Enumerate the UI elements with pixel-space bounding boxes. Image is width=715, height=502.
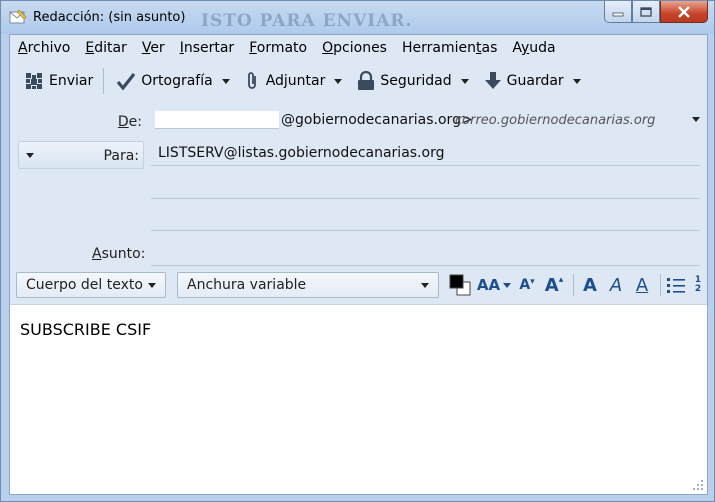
maximize-button[interactable] <box>632 1 660 23</box>
format-separator <box>573 274 574 296</box>
menu-ayuda[interactable]: Ayuda <box>512 40 555 56</box>
color-swatch-icon <box>449 274 471 296</box>
font-size-button[interactable]: AA <box>476 273 512 297</box>
minimize-button[interactable] <box>604 1 632 23</box>
save-dropdown[interactable] <box>568 67 586 95</box>
attach-button[interactable]: Adjuntar <box>241 67 330 95</box>
from-account: correo.gobiernodecanarias.org <box>455 113 656 128</box>
recipient-divider <box>151 165 700 166</box>
security-dropdown[interactable] <box>456 67 474 95</box>
message-body-text: SUBSCRIBE CSIF <box>20 320 152 339</box>
subject-divider <box>151 265 700 266</box>
redacted-username <box>155 111 279 129</box>
attach-label: Adjuntar <box>265 73 326 89</box>
bullet-list-icon <box>667 278 685 293</box>
chevron-down-icon <box>460 78 469 84</box>
maximize-icon <box>640 6 652 17</box>
menu-formato[interactable]: Formato <box>249 40 307 56</box>
security-label: Seguridad <box>380 73 452 89</box>
recipient-type-select[interactable]: Para: <box>18 141 144 169</box>
spellcheck-dropdown[interactable] <box>217 67 235 95</box>
menu-opciones[interactable]: Opciones <box>322 40 387 56</box>
send-label: Enviar <box>49 73 94 89</box>
close-icon <box>678 5 690 18</box>
compose-window: Redacción: (sin asunto) ISTO PARA ENVIAR… <box>0 0 715 502</box>
chevron-down-icon <box>221 78 230 84</box>
checkmark-icon <box>116 71 136 91</box>
decrease-font-button[interactable]: A▾ <box>515 273 539 297</box>
bold-button[interactable]: A <box>578 273 602 297</box>
title-bar[interactable]: Redacción: (sin asunto) ISTO PARA ENVIAR… <box>1 1 714 34</box>
save-button[interactable]: Guardar <box>480 67 568 95</box>
background-window-text: ISTO PARA ENVIAR. <box>201 11 413 31</box>
address-header: De: @gobiernodecanarias.org> correo.gobi… <box>10 103 707 271</box>
font-larger-icon: A▴ <box>544 274 564 296</box>
minimize-icon <box>612 12 624 16</box>
chevron-down-icon <box>421 283 429 288</box>
compose-icon <box>9 9 27 25</box>
numbered-list-button[interactable]: 12 <box>690 273 706 297</box>
chevron-down-icon <box>148 283 156 288</box>
subject-input[interactable] <box>151 239 700 263</box>
save-label: Guardar <box>506 73 564 89</box>
bold-icon: A <box>583 274 597 296</box>
chevron-down-icon <box>503 282 512 288</box>
menu-herramientas[interactable]: Herramientas <box>402 40 497 56</box>
underline-icon: A <box>635 274 649 296</box>
empty-recipient-row[interactable] <box>151 198 700 199</box>
window-title: Redacción: (sin asunto) <box>33 10 186 25</box>
chevron-down-icon <box>692 117 700 122</box>
font-select[interactable]: Anchura variable <box>177 272 439 298</box>
menu-bar: Archivo Editar Ver Insertar Formato Opci… <box>10 35 707 61</box>
format-separator <box>660 274 661 296</box>
message-body-editor[interactable]: SUBSCRIBE CSIF <box>10 304 707 494</box>
font-value: Anchura variable <box>187 277 307 293</box>
menu-archivo[interactable]: Archivo <box>18 40 70 56</box>
resize-grip-icon[interactable] <box>692 479 704 491</box>
format-toolbar: Cuerpo del texto Anchura variable AA A▾ … <box>10 269 707 301</box>
empty-recipient-row[interactable] <box>151 230 700 231</box>
lock-icon <box>357 71 375 91</box>
numbered-list-icon: 12 <box>694 275 702 294</box>
security-button[interactable]: Seguridad <box>353 67 455 95</box>
paragraph-style-select[interactable]: Cuerpo del texto <box>16 272 166 298</box>
download-arrow-icon <box>484 71 502 91</box>
chevron-down-icon <box>572 78 581 84</box>
menu-ver[interactable]: Ver <box>142 40 165 56</box>
underline-button[interactable]: A <box>630 273 654 297</box>
toolbar-separator <box>103 68 105 94</box>
subject-label: Asunto: <box>92 246 146 262</box>
menu-editar[interactable]: Editar <box>85 40 126 56</box>
paragraph-style-value: Cuerpo del texto <box>26 277 143 293</box>
close-button[interactable] <box>660 1 708 23</box>
spellcheck-button[interactable]: Ortografía <box>112 67 216 95</box>
from-address: @gobiernodecanarias.org> <box>281 112 473 128</box>
bulleted-list-button[interactable] <box>666 273 686 297</box>
font-size-icon: AA <box>476 276 501 294</box>
send-button[interactable]: Enviar <box>20 67 97 95</box>
text-color-button[interactable] <box>447 273 475 297</box>
from-select[interactable]: @gobiernodecanarias.org> correo.gobierno… <box>153 108 700 133</box>
recipient-type-label: Para: <box>103 148 139 164</box>
compose-client-area: Archivo Editar Ver Insertar Formato Opci… <box>9 34 708 495</box>
from-label: De: <box>117 114 142 130</box>
italic-button[interactable]: A <box>604 273 628 297</box>
menu-insertar[interactable]: Insertar <box>180 40 235 56</box>
spellcheck-label: Ortografía <box>141 73 213 89</box>
increase-font-button[interactable]: A▴ <box>541 273 567 297</box>
send-icon <box>24 71 44 91</box>
chevron-down-icon <box>26 153 34 158</box>
font-smaller-icon: A▾ <box>519 277 535 293</box>
italic-icon: A <box>609 274 623 296</box>
attach-dropdown[interactable] <box>329 67 347 95</box>
compose-toolbar: Enviar Ortografía Adjuntar Seguridad Gua… <box>10 63 707 99</box>
paperclip-icon <box>245 71 261 91</box>
chevron-down-icon <box>334 78 343 84</box>
recipient-field[interactable]: LISTSERV@listas.gobiernodecanarias.org <box>158 145 444 161</box>
